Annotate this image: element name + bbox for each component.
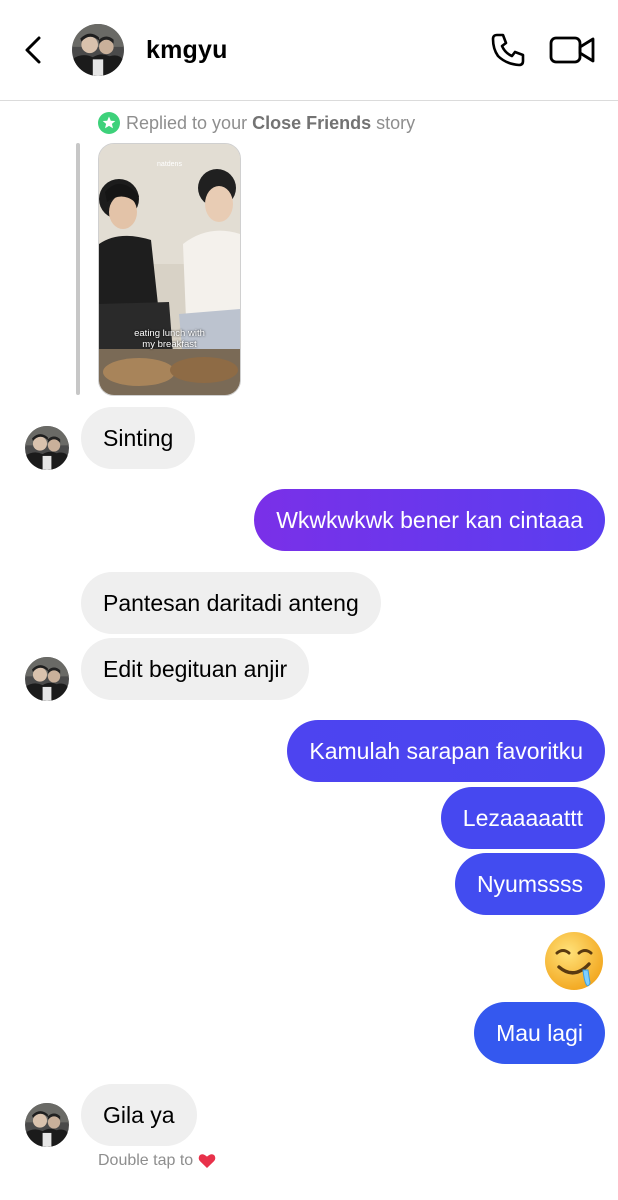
message-bubble-incoming[interactable]: Sinting <box>81 407 196 469</box>
message-bubble-outgoing[interactable]: Wkwkwkwk bener kan cintaaa <box>254 489 605 551</box>
message-bubble-incoming[interactable]: Pantesan daritadi anteng <box>81 572 381 634</box>
story-caption-line: eating lunch with <box>134 328 205 339</box>
chat-header: kmgyu <box>0 0 618 101</box>
story-top-text: natdens <box>157 161 182 168</box>
heart-icon <box>198 1154 216 1168</box>
reply-quote-bar <box>76 143 80 395</box>
message-bubble-outgoing[interactable]: Lezaaaaattt <box>440 787 605 849</box>
message-bubble-outgoing[interactable]: Nyumssss <box>454 853 605 915</box>
story-thumbnail[interactable]: natdens eating lunch with my breakfast <box>98 143 241 396</box>
story-caption: eating lunch with my breakfast <box>99 328 240 350</box>
avatar[interactable] <box>25 1103 69 1147</box>
close-friends-star-icon <box>98 112 120 134</box>
avatar[interactable] <box>72 24 124 76</box>
chat-username[interactable]: kmgyu <box>146 36 228 65</box>
message-bubble-outgoing[interactable]: Kamulah sarapan favoritku <box>287 720 605 782</box>
double-tap-hint-text: Double tap to <box>98 1152 194 1169</box>
reply-prefix: Replied to your <box>126 112 248 133</box>
story-reply-label: Replied to your Close Friends story <box>98 110 415 136</box>
close-friends-label: Close Friends <box>252 112 372 133</box>
chevron-left-icon[interactable] <box>18 34 50 66</box>
story-caption-line: my breakfast <box>142 339 197 350</box>
message-bubble-outgoing[interactable]: Mau lagi <box>474 1002 605 1064</box>
double-tap-hint: Double tap to <box>98 1152 216 1170</box>
drooling-face-emoji-icon[interactable] <box>543 930 605 992</box>
phone-icon[interactable] <box>488 30 528 70</box>
message-bubble-incoming[interactable]: Gila ya <box>81 1084 197 1146</box>
video-camera-icon[interactable] <box>548 30 596 70</box>
avatar[interactable] <box>25 657 69 701</box>
avatar[interactable] <box>25 426 69 470</box>
reply-suffix: story <box>376 112 416 133</box>
message-bubble-incoming[interactable]: Edit begituan anjir <box>81 638 310 700</box>
